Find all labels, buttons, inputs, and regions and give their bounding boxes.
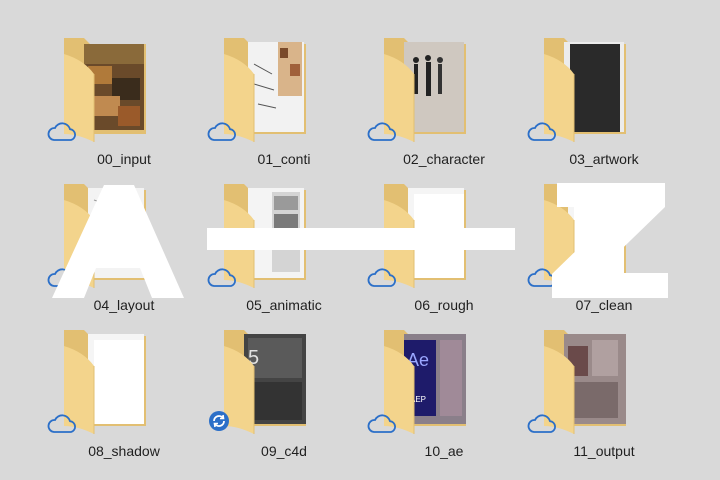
folder-item[interactable]: 5 09_c4d [209,326,354,466]
folder-item[interactable]: 04_layout [47,180,194,320]
folder-label: 05_animatic [246,297,322,313]
folder-label: 11_output [573,443,635,459]
cloud-sync-icon [367,268,396,287]
folder-label: 01_conti [257,151,311,167]
folder-label: 10_ae [424,443,464,459]
folder-label: 04_layout [93,297,155,313]
cloud-sync-icon [207,268,236,287]
folder-icon: 5 [224,330,306,434]
cloud-sync-icon [527,268,556,287]
folder-item[interactable]: 00_input [47,34,194,174]
cloud-sync-icon [367,414,396,433]
folder-item[interactable]: 08_shadow [47,326,194,466]
folder-label: 07_clean [575,297,633,313]
cloud-sync-icon [47,268,76,287]
folder-item[interactable]: 07_clean [527,180,674,320]
folder-label: 06_rough [414,297,474,313]
folder-label: 00_input [97,151,151,167]
folder-item[interactable]: 02_character [367,34,514,174]
folder-item[interactable]: Ae AEP 10_ae [367,326,514,466]
cloud-sync-icon [527,122,556,141]
folder-item[interactable]: 11_output [527,326,674,466]
cloud-sync-icon [527,414,556,433]
folder-label: 08_shadow [88,443,160,459]
folder-item[interactable]: 01_conti [207,34,354,174]
folder-item[interactable]: 03_artwork [527,34,674,174]
folder-item[interactable]: 05_animatic [207,180,354,320]
folder-grid: 00_input 01_conti 02_character 03_artwor… [0,0,720,480]
cloud-sync-icon [367,122,396,141]
cloud-sync-icon [207,122,236,141]
folder-label: 03_artwork [569,151,639,167]
folder-label: 02_character [403,151,485,167]
cloud-sync-icon [47,414,76,433]
folder-label: 09_c4d [261,443,307,459]
folder-item[interactable]: 06_rough [367,180,514,320]
cloud-sync-icon [47,122,76,141]
syncing-icon [209,411,229,431]
